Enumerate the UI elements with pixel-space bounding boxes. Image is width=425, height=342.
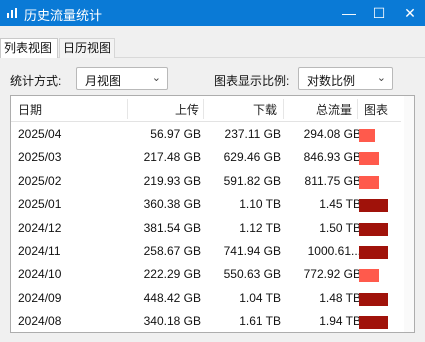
upload-cell: 219.93 GB (143, 173, 201, 188)
title-bar: 历史流量统计 — ☐ ✕ (0, 0, 425, 26)
tab-list-view[interactable]: 列表视图 (0, 38, 58, 58)
download-cell: 629.46 GB (223, 150, 281, 165)
date-cell: 2024/11 (18, 244, 61, 258)
total-cell: 811.75 GB (304, 173, 361, 188)
total-cell: 1.45 TB (319, 197, 361, 212)
download-cell: 1.04 TB (239, 290, 281, 305)
minimize-button[interactable]: — (334, 0, 364, 26)
traffic-bar (359, 246, 388, 259)
table-row[interactable]: 2025/04 56.97 GB 237.11 GB 294.08 GB (11, 124, 401, 147)
table-header: 日期 上传 下载 总流量 图表 (11, 96, 401, 122)
total-cell: 1.50 TB (319, 220, 361, 235)
table-row[interactable]: 2025/03 217.48 GB 629.46 GB 846.93 GB (11, 147, 401, 170)
column-header-download[interactable]: 下载 (253, 101, 277, 118)
upload-cell: 56.97 GB (150, 127, 201, 141)
total-cell: 1000.61... (307, 244, 361, 258)
upload-cell: 217.48 GB (143, 150, 201, 165)
table-row[interactable]: 2024/09 448.42 GB 1.04 TB 1.48 TB (11, 288, 401, 311)
upload-cell: 448.42 GB (143, 290, 201, 305)
upload-cell: 340.18 GB (143, 314, 201, 329)
date-cell: 2025/04 (18, 127, 62, 141)
date-cell: 2025/02 (18, 173, 62, 188)
upload-cell: 258.67 GB (143, 244, 201, 258)
date-cell: 2024/12 (18, 220, 62, 235)
scale-select-value: 对数比例 (307, 74, 356, 88)
scale-select[interactable]: 对数比例 ⌄ (298, 67, 393, 90)
table-row[interactable]: 2025/02 219.93 GB 591.82 GB 811.75 GB (11, 171, 401, 194)
column-header-chart[interactable]: 图表 (364, 101, 388, 118)
close-button[interactable]: ✕ (395, 0, 425, 26)
column-divider (357, 99, 358, 119)
download-cell: 1.61 TB (239, 314, 281, 329)
tab-bar: 列表视图 日历视图 (0, 26, 425, 58)
traffic-bar (359, 175, 379, 189)
vertical-scrollbar[interactable] (404, 96, 414, 332)
upload-cell: 222.29 GB (143, 267, 201, 282)
chart-icon (7, 8, 17, 18)
upload-cell: 381.54 GB (143, 220, 201, 235)
mode-select[interactable]: 月视图 ⌄ (76, 67, 168, 90)
download-cell: 741.94 GB (223, 244, 281, 258)
table-row[interactable]: 2024/12 381.54 GB 1.12 TB 1.50 TB (11, 218, 401, 241)
upload-cell: 360.38 GB (143, 197, 201, 212)
chevron-down-icon: ⌄ (376, 72, 386, 84)
column-divider (127, 99, 128, 119)
list-view-panel: 统计方式: 月视图 ⌄ 图表显示比例: 对数比例 ⌄ 日期 上传 下载 总流量 … (0, 58, 425, 342)
traffic-bar (359, 316, 388, 330)
download-cell: 591.82 GB (223, 173, 281, 188)
download-cell: 237.11 GB (224, 127, 281, 141)
traffic-bar (359, 222, 388, 236)
table-row[interactable]: 2024/08 340.18 GB 1.61 TB 1.94 TB (11, 311, 401, 332)
date-cell: 2025/03 (18, 150, 62, 165)
scale-label: 图表显示比例: (214, 74, 290, 88)
traffic-bar (359, 152, 379, 166)
total-cell: 1.48 TB (319, 290, 361, 305)
date-cell: 2025/01 (18, 197, 62, 212)
column-header-date[interactable]: 日期 (18, 101, 42, 118)
download-cell: 550.63 GB (223, 267, 281, 282)
mode-label: 统计方式: (10, 74, 62, 88)
column-header-upload[interactable]: 上传 (175, 101, 199, 118)
column-header-total[interactable]: 总流量 (316, 101, 352, 118)
traffic-bar (359, 129, 375, 142)
date-cell: 2024/10 (18, 267, 62, 282)
column-divider (203, 99, 204, 119)
traffic-bar (359, 269, 379, 283)
total-cell: 294.08 GB (303, 127, 361, 141)
tab-calendar-view[interactable]: 日历视图 (59, 38, 115, 58)
total-cell: 1.94 TB (319, 314, 361, 329)
download-cell: 1.10 TB (239, 197, 281, 212)
total-cell: 772.92 GB (303, 267, 361, 282)
date-cell: 2024/09 (18, 290, 62, 305)
traffic-bar (359, 199, 388, 213)
traffic-bar (359, 292, 388, 306)
traffic-table[interactable]: 日期 上传 下载 总流量 图表 2025/04 56.97 GB 237.11 GB… (10, 95, 415, 333)
table-row[interactable]: 2024/10 222.29 GB 550.63 GB 772.92 GB (11, 264, 401, 287)
total-cell: 846.93 GB (303, 150, 361, 165)
column-divider (283, 99, 284, 119)
mode-select-value: 月视图 (85, 74, 122, 88)
window-title: 历史流量统计 (24, 8, 103, 23)
date-cell: 2024/08 (18, 314, 62, 329)
table-row[interactable]: 2025/01 360.38 GB 1.10 TB 1.45 TB (11, 194, 401, 217)
download-cell: 1.12 TB (239, 220, 281, 235)
chevron-down-icon: ⌄ (151, 72, 161, 84)
maximize-button[interactable]: ☐ (364, 0, 394, 26)
table-row[interactable]: 2024/11 258.67 GB 741.94 GB 1000.61... (11, 241, 401, 264)
